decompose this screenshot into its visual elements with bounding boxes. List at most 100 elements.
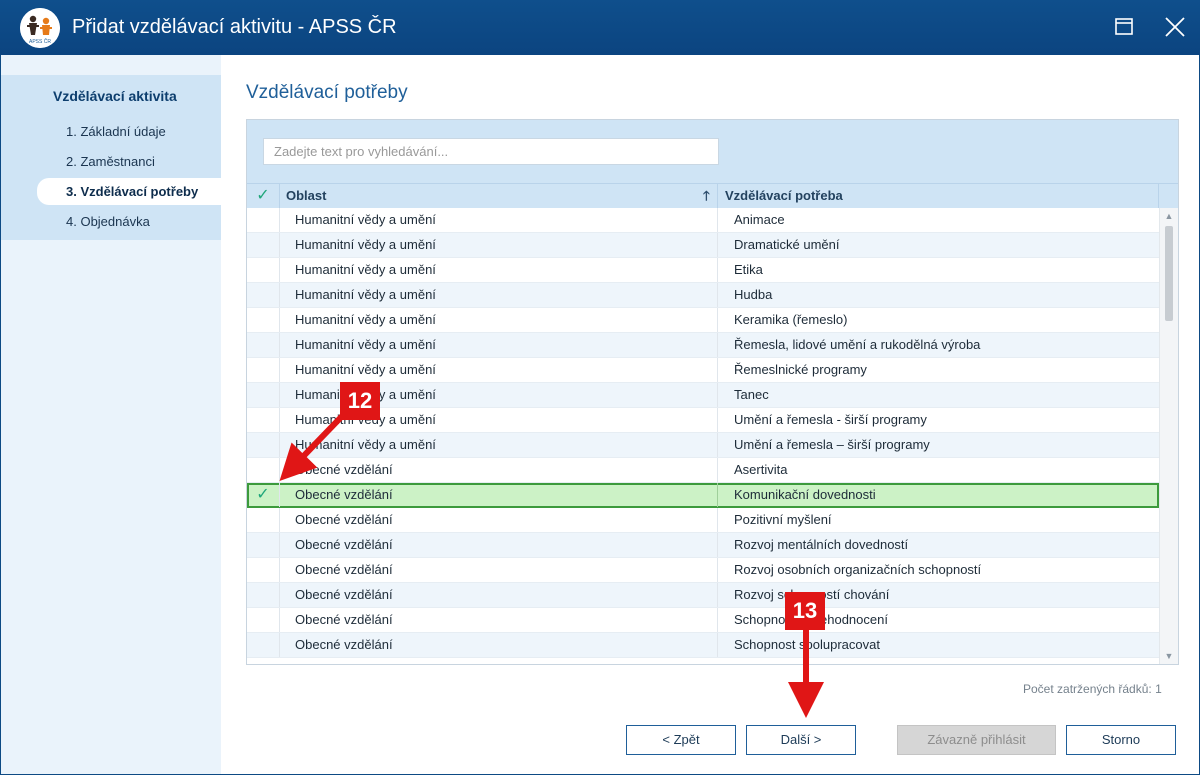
scroll-down-icon[interactable]: ▼ [1160,648,1178,664]
table-row[interactable]: ✓ Obecné vzdělání Komunikační dovednosti [247,483,1159,508]
sidebar-item-employees[interactable]: 2. Zaměstnanci [37,148,221,175]
table-row[interactable]: Obecné vzdělání Asertivita [247,458,1159,483]
grid-header: ✓ Oblast 🡑 Vzdělávací potřeba [247,183,1178,208]
row-checkbox[interactable] [247,433,280,457]
row-checkbox[interactable] [247,558,280,582]
cell-area: Humanitní vědy a umění [295,262,436,277]
scroll-thumb[interactable] [1165,226,1173,321]
table-row[interactable]: Humanitní vědy a umění Hudba [247,283,1159,308]
cell-area: Humanitní vědy a umění [295,362,436,377]
cell-need: Umění a řemesla - širší programy [734,412,927,427]
sidebar-item-education-needs[interactable]: 3. Vzdělávací potřeby [37,178,221,205]
table-row[interactable]: Humanitní vědy a umění Umění a řemesla – … [247,433,1159,458]
cell-area: Humanitní vědy a umění [295,337,436,352]
back-button[interactable]: < Zpět [626,725,736,755]
cell-area: Obecné vzdělání [295,562,393,577]
table-row[interactable]: Humanitní vědy a umění Keramika (řemeslo) [247,308,1159,333]
table-row[interactable]: Humanitní vědy a umění Řemeslnické progra… [247,358,1159,383]
callout-12: 12 [340,382,380,420]
cell-need: Umění a řemesla – širší programy [734,437,930,452]
row-checkbox[interactable] [247,333,280,357]
svg-text:APSS ČR: APSS ČR [29,38,51,45]
row-checkbox[interactable] [247,258,280,282]
checked-row-count: Počet zatržených řádků: 1 [1023,682,1162,696]
cell-need: Řemesla, lidové umění a rukodělná výroba [734,337,981,352]
row-checkbox[interactable] [247,508,280,532]
cell-area: Obecné vzdělání [295,512,393,527]
cell-area: Humanitní vědy a umění [295,287,436,302]
row-checkbox[interactable] [247,583,280,607]
scroll-up-icon[interactable]: ▲ [1160,208,1178,224]
search-input[interactable] [263,138,719,165]
title-bar: APSS ČR Přidat vzdělávací aktivitu - APS… [0,0,1200,55]
cell-need: Rozvoj mentálních dovedností [734,537,909,552]
sidebar: Vzdělávací aktivita 1. Základní údaje 2.… [1,55,221,774]
table-row[interactable]: Obecné vzdělání Rozvoj mentálních dovedno… [247,533,1159,558]
table-row[interactable]: Humanitní vědy a uměníTanec [247,383,1159,408]
dialog-body: Vzdělávací aktivita 1. Základní údaje 2.… [1,55,1199,774]
cell-need: Tanec [734,387,769,402]
window-title: Přidat vzdělávací aktivitu - APSS ČR [72,16,397,38]
cell-area: Humanitní vědy a umění [295,212,436,227]
table-row[interactable]: Humanitní vědy a umění Dramatické umění [247,233,1159,258]
row-checkbox[interactable] [247,533,280,557]
row-checkbox[interactable] [247,358,280,382]
sort-ascending-icon[interactable]: 🡑 [703,184,710,208]
row-checkbox[interactable] [247,458,280,482]
cell-area: Obecné vzdělání [295,487,393,502]
cell-need: Dramatické umění [734,237,840,252]
cell-area: Obecné vzdělání [295,637,393,652]
cell-need: Etika [734,262,763,277]
sidebar-item-basic-info[interactable]: 1. Základní údaje [37,118,221,145]
table-row[interactable]: Obecné vzděláníRozvoj schopností chování [247,583,1159,608]
vertical-scrollbar[interactable]: ▲ ▼ [1159,208,1178,664]
table-row[interactable]: Humanitní vědy a umění Etika [247,258,1159,283]
row-checkbox[interactable] [247,233,280,257]
maximize-icon[interactable] [1110,12,1140,42]
select-all-check-icon[interactable]: ✓ [247,184,279,208]
cell-area: Obecné vzdělání [295,462,393,477]
cell-area: Humanitní vědy a umění [295,437,436,452]
cell-area: Humanitní vědy a umění [295,312,436,327]
table-row[interactable]: Obecné vzdělání Pozitivní myšlení [247,508,1159,533]
apss-logo: APSS ČR [20,8,60,48]
row-checkbox[interactable] [247,308,280,332]
cell-area: Obecné vzdělání [295,612,393,627]
cell-need: Keramika (řemeslo) [734,312,848,327]
row-checkbox[interactable] [247,283,280,307]
table-row[interactable]: Humanitní vědy a umění Animace [247,208,1159,233]
table-row[interactable]: Humanitní vědy a umění Řemesla, lidové um… [247,333,1159,358]
column-header-area[interactable]: Oblast [286,184,326,208]
table-row[interactable]: Obecné vzdělání Rozvoj osobních organizač… [247,558,1159,583]
search-band [247,120,1178,183]
page-title: Vzdělávací potřeby [246,82,408,103]
row-checkbox[interactable] [247,383,280,407]
cell-need: Animace [734,212,785,227]
row-checkbox[interactable] [247,633,280,657]
register-button[interactable]: Závazně přihlásit [897,725,1056,755]
row-checkbox[interactable] [247,408,280,432]
cell-need: Asertivita [734,462,788,477]
callout-13: 13 [785,592,825,630]
checkmark-icon[interactable]: ✓ [247,483,280,507]
table-row[interactable]: Humanitní vědy a uměníUmění a řemesla - … [247,408,1159,433]
column-header-need[interactable]: Vzdělávací potřeba [725,184,843,208]
sidebar-title: Vzdělávací aktivita [53,88,177,104]
cell-need: Komunikační dovednosti [734,487,876,502]
cancel-button[interactable]: Storno [1066,725,1176,755]
table-row[interactable]: Obecné vzdělání Schopnost sebehodnocení [247,608,1159,633]
sidebar-item-order[interactable]: 4. Objednávka [37,208,221,235]
row-checkbox[interactable] [247,608,280,632]
close-icon[interactable] [1160,12,1190,42]
cell-area: Obecné vzdělání [295,587,393,602]
cell-need: Hudba [734,287,773,302]
cell-need: Řemeslnické programy [734,362,867,377]
grid-rows: Humanitní vědy a umění Animace Humanitní v… [247,208,1159,664]
next-button[interactable]: Další > [746,725,856,755]
table-row[interactable]: Obecné vzdělání Schopnost spolupracovat [247,633,1159,658]
needs-grid: ✓ Oblast 🡑 Vzdělávací potřeba Humanitní … [246,119,1179,665]
cell-need: Rozvoj osobních organizačních schopností [734,562,982,577]
cell-need: Schopnost spolupracovat [734,637,880,652]
cell-need: Pozitivní myšlení [734,512,832,527]
row-checkbox[interactable] [247,208,280,232]
